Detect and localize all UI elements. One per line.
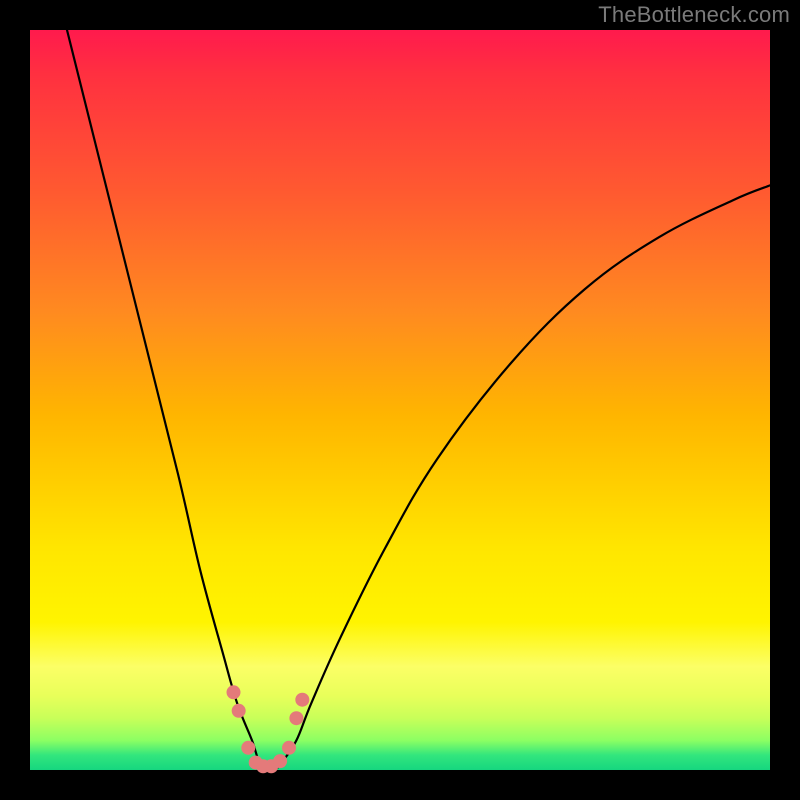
bottleneck-curve xyxy=(67,30,770,771)
curve-layer xyxy=(30,30,770,770)
chart-frame: TheBottleneck.com xyxy=(0,0,800,800)
valley-dot xyxy=(295,693,309,707)
valley-dot xyxy=(289,711,303,725)
valley-dot xyxy=(282,741,296,755)
valley-dot xyxy=(273,754,287,768)
watermark-text: TheBottleneck.com xyxy=(598,2,790,28)
plot-area xyxy=(30,30,770,770)
valley-dot xyxy=(232,704,246,718)
valley-dot xyxy=(227,685,241,699)
valley-dots xyxy=(227,685,310,773)
valley-dot xyxy=(241,741,255,755)
